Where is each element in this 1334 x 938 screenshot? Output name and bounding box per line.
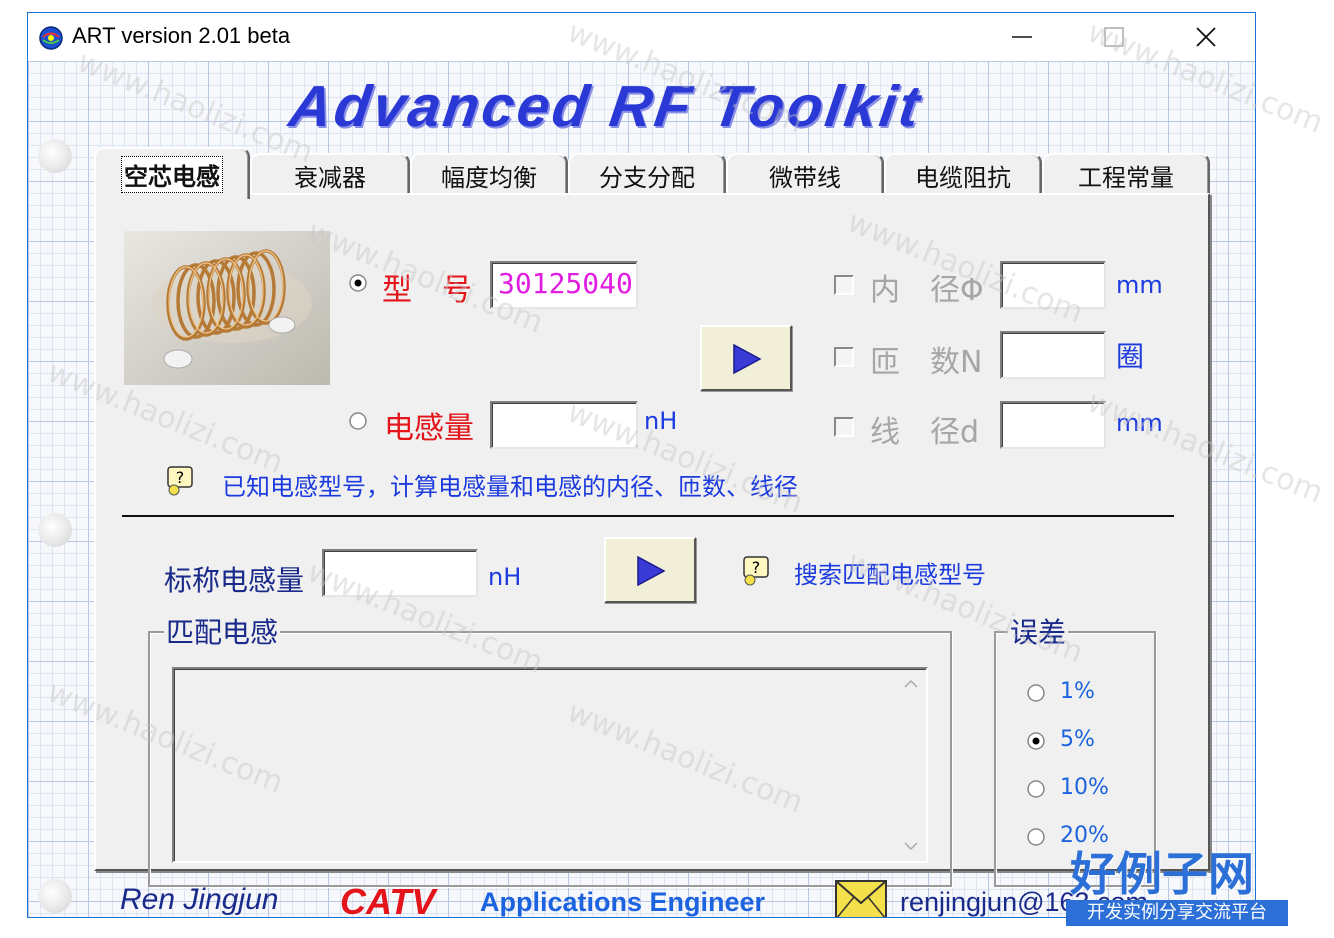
tolerance-option-5: 5% <box>1060 727 1095 752</box>
author-name: Ren Jingjun <box>120 883 279 916</box>
svg-text:?: ? <box>176 468 185 487</box>
search-button[interactable] <box>604 537 696 603</box>
search-hint-text: 搜索匹配电感型号 <box>794 561 986 589</box>
section-divider <box>122 515 1174 517</box>
tab-strip: 空芯电感 衰减器 幅度均衡 分支分配 微带线 电缆阻抗 工程常量 <box>94 147 1214 199</box>
play-icon <box>637 555 666 587</box>
toolkit-title: Advanced RF Toolkit <box>285 74 927 139</box>
site-logo-subtitle: 开发实例分享交流平台 <box>1066 900 1288 926</box>
help-hint-icon: ? <box>743 556 769 586</box>
tolerance-radio-5[interactable] <box>1026 731 1046 751</box>
app-icon <box>39 26 63 50</box>
matching-inductor-list[interactable] <box>172 667 928 863</box>
role-text: Applications Engineer <box>480 887 766 917</box>
tab-panel: 型 号 30125040 电感量 nH 内 径Φ mm 匝 数N 圈 线 径d … <box>94 193 1210 887</box>
nominal-inductance-unit: nH <box>488 563 522 591</box>
tab-cable-impedance[interactable]: 电缆阻抗 <box>884 153 1042 195</box>
tolerance-radio-1[interactable] <box>1026 683 1046 703</box>
tolerance-radio-10[interactable] <box>1026 779 1046 799</box>
turns-checkbox[interactable] <box>834 347 854 367</box>
app-window: ART version 2.01 beta Advanced RF Toolki… <box>27 12 1256 918</box>
scroll-down-icon[interactable] <box>902 837 920 855</box>
site-logo-title: 好例子网 <box>1070 847 1254 901</box>
title-bar[interactable]: ART version 2.01 beta <box>28 13 1255 61</box>
window-title: ART version 2.01 beta <box>72 23 291 48</box>
inner-diameter-checkbox[interactable] <box>834 275 854 295</box>
wire-diameter-checkbox[interactable] <box>834 417 854 437</box>
maximize-icon <box>1104 27 1124 47</box>
wire-diameter-input[interactable] <box>1000 401 1106 449</box>
play-icon <box>733 343 762 375</box>
inner-diameter-input[interactable] <box>1000 261 1106 309</box>
mail-icon[interactable] <box>834 879 888 918</box>
maximize-button[interactable] <box>1068 13 1160 59</box>
help-hint-icon: ? <box>167 466 193 496</box>
inductance-input[interactable] <box>490 401 638 449</box>
site-logo: 好例子网 开发实例分享交流平台 <box>1066 838 1290 930</box>
close-icon <box>1196 27 1216 47</box>
binder-hole <box>38 513 72 547</box>
turns-input[interactable] <box>1000 331 1106 379</box>
tab-microstrip[interactable]: 微带线 <box>726 153 884 195</box>
inner-diameter-label: 内 径Φ <box>870 273 984 308</box>
tab-attenuator[interactable]: 衰减器 <box>250 153 410 195</box>
binder-hole <box>38 139 72 173</box>
tab-splitter-tap[interactable]: 分支分配 <box>568 153 726 195</box>
model-radio[interactable] <box>348 273 368 293</box>
coil-image <box>124 231 330 385</box>
scroll-up-icon[interactable] <box>902 675 920 693</box>
tab-amplitude-equalizer[interactable]: 幅度均衡 <box>410 153 568 195</box>
close-button[interactable] <box>1160 13 1252 59</box>
turns-unit: 圈 <box>1116 340 1145 373</box>
inductance-label: 电感量 <box>384 411 474 446</box>
tolerance-title: 误差 <box>1008 611 1069 651</box>
nominal-inductance-input[interactable] <box>322 549 478 597</box>
catv-brand: CATV <box>340 881 436 918</box>
minimize-button[interactable] <box>976 13 1068 59</box>
calculate-button[interactable] <box>700 325 792 391</box>
inductance-unit: nH <box>644 407 678 435</box>
turns-label: 匝 数N <box>870 345 983 380</box>
model-input[interactable]: 30125040 <box>490 261 638 309</box>
wire-diameter-unit: mm <box>1116 409 1163 437</box>
model-label: 型 号 <box>382 273 472 308</box>
wire-diameter-label: 线 径d <box>870 415 980 450</box>
inductance-radio[interactable] <box>348 411 368 431</box>
tolerance-radio-20[interactable] <box>1026 827 1046 847</box>
tab-engineering-constants[interactable]: 工程常量 <box>1042 153 1210 195</box>
svg-text:?: ? <box>752 558 761 577</box>
matching-inductor-title: 匹配电感 <box>164 611 281 651</box>
tab-air-core-inductor[interactable]: 空芯电感 <box>94 147 250 199</box>
nominal-inductance-label: 标称电感量 <box>164 564 305 597</box>
inner-diameter-unit: mm <box>1116 271 1163 299</box>
client-area: Advanced RF Toolkit 空芯电感 衰减器 幅度均衡 分支分配 微… <box>28 61 1255 918</box>
tolerance-option-1: 1% <box>1060 679 1095 704</box>
matching-inductor-group: 匹配电感 <box>148 611 952 887</box>
minimize-icon <box>1012 36 1032 38</box>
calc-hint-text: 已知电感型号，计算电感量和电感的内径、匝数、线径 <box>222 473 798 501</box>
tolerance-option-10: 10% <box>1060 775 1109 800</box>
